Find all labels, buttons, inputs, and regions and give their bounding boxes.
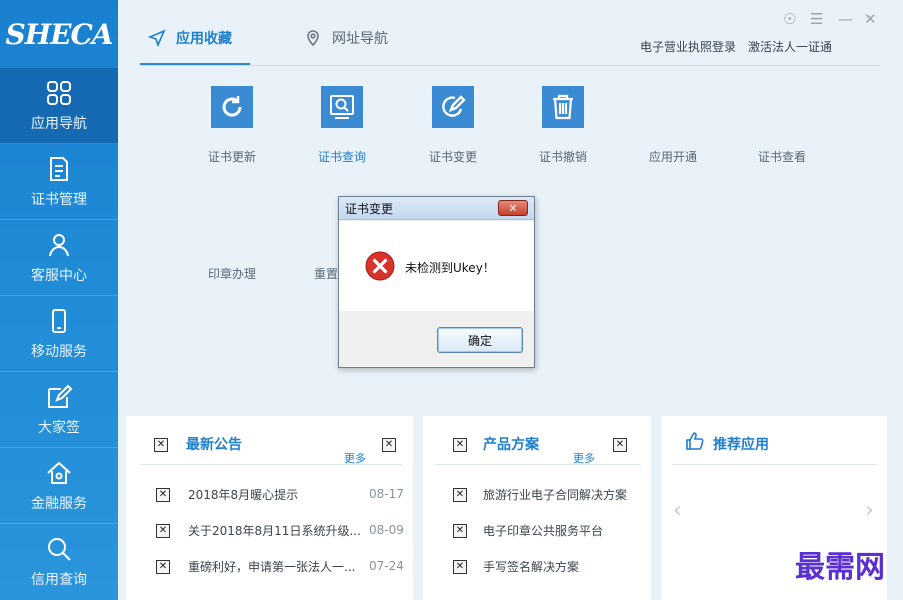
- dialog-body: 未检测到Ukey！: [339, 221, 534, 311]
- app-label: 证书查询: [317, 150, 366, 164]
- business-license-login-link[interactable]: 电子营业执照登录: [640, 38, 736, 55]
- notice-item-link[interactable]: 重磅利好，申请第一张法人一...: [188, 558, 355, 575]
- reset-label[interactable]: 重置: [290, 265, 338, 282]
- notice-item-link[interactable]: 2018年8月暖心提示: [188, 486, 298, 503]
- broken-image-icon: ✕: [453, 438, 467, 452]
- watermark-text: 最需网: [795, 550, 885, 585]
- trash-icon: [553, 94, 573, 120]
- error-icon: [365, 251, 395, 281]
- product-item-link[interactable]: 旅游行业电子合同解决方案: [483, 486, 627, 503]
- pen-icon: [48, 384, 73, 408]
- product-item-link[interactable]: 电子印章公共服务平台: [483, 522, 603, 539]
- cert-update-button[interactable]: [211, 86, 253, 128]
- notice-date: 07-24: [369, 559, 404, 573]
- broken-image-icon: ✕: [613, 438, 627, 452]
- skin-icon[interactable]: ☉: [783, 10, 796, 28]
- sidebar-item-support[interactable]: 客服中心: [0, 220, 118, 296]
- seal-handling-label[interactable]: 印章办理: [192, 265, 272, 282]
- sidebar-item-credit[interactable]: 信用查询: [0, 524, 118, 600]
- tab-url-nav[interactable]: 网址导航: [304, 28, 388, 48]
- broken-image-icon: ✕: [382, 438, 396, 452]
- thumbs-up-icon: [686, 432, 704, 450]
- cert-query-button[interactable]: [321, 86, 363, 128]
- broken-image-icon: ✕: [156, 560, 170, 574]
- app-label: 证书撤销: [538, 150, 587, 164]
- close-window-icon[interactable]: ✕: [864, 10, 877, 28]
- send-icon: [148, 29, 166, 47]
- divider: [435, 464, 641, 465]
- products-panel: ✕ 产品方案 更多 ✕ ✕ 旅游行业电子合同解决方案 ✕ 电子印章公共服务平台 …: [423, 416, 651, 600]
- products-title: 产品方案: [483, 437, 539, 453]
- cert-revoke-button[interactable]: [542, 86, 584, 128]
- app-open-label[interactable]: 应用开通: [633, 148, 713, 165]
- broken-image-icon: ✕: [453, 524, 467, 538]
- notice-item-link[interactable]: 关于2018年8月11日系统升级...: [188, 522, 361, 539]
- phone-icon: [52, 308, 66, 333]
- sidebar-item-dajiaqian[interactable]: 大家签: [0, 372, 118, 448]
- notice-date: 08-09: [369, 523, 404, 537]
- sidebar-item-label: 金融服务: [31, 495, 87, 512]
- menu-icon[interactable]: ☰: [810, 10, 823, 28]
- divider: [673, 464, 877, 465]
- tab-label: 应用收藏: [176, 31, 232, 47]
- edit-icon: [442, 95, 466, 117]
- error-dialog: 证书变更 ✕ 未检测到Ukey！ 确定: [338, 196, 535, 368]
- broken-image-icon: ✕: [156, 524, 170, 538]
- tab-divider: [140, 65, 880, 66]
- dialog-close-button[interactable]: ✕: [498, 200, 528, 216]
- broken-image-icon: ✕: [453, 560, 467, 574]
- user-icon: [49, 233, 69, 256]
- divider: [140, 464, 402, 465]
- tab-bar: 应用收藏 网址导航 电子营业执照登录 激活法人一证通 ☉ ☰ — ✕: [118, 0, 903, 68]
- broken-image-icon: ✕: [154, 438, 168, 452]
- product-item-link[interactable]: 手写签名解决方案: [483, 558, 579, 575]
- sidebar-item-label: 大家签: [38, 419, 80, 436]
- cert-view-label[interactable]: 证书查看: [742, 148, 822, 165]
- refresh-icon: [222, 96, 242, 117]
- sidebar-item-label: 移动服务: [31, 343, 87, 360]
- document-icon: [50, 156, 68, 181]
- carousel-next-button[interactable]: ›: [865, 498, 874, 523]
- sidebar-item-label: 客服中心: [31, 267, 87, 284]
- minimize-icon[interactable]: —: [838, 10, 853, 28]
- location-pin-icon: [307, 30, 319, 47]
- house-icon: [47, 461, 71, 484]
- magnifier-icon: [330, 95, 354, 119]
- broken-image-icon: ✕: [156, 488, 170, 502]
- recommend-title: 推荐应用: [713, 437, 769, 453]
- notice-date: 08-17: [369, 487, 404, 501]
- grid-icon: [47, 80, 71, 105]
- tab-app-favorites[interactable]: 应用收藏: [148, 28, 232, 48]
- sheca-logo: SHECA: [5, 17, 113, 51]
- notices-title: 最新公告: [186, 437, 242, 453]
- dialog-ok-button[interactable]: 确定: [437, 327, 523, 353]
- sidebar-item-label: 信用查询: [31, 572, 87, 588]
- cert-change-button[interactable]: [432, 86, 474, 128]
- app-label: 证书更新: [207, 150, 256, 164]
- sidebar-item-app-nav[interactable]: 应用导航: [0, 68, 118, 144]
- carousel-prev-button[interactable]: ‹: [673, 498, 682, 523]
- app-label: 证书变更: [428, 150, 477, 164]
- sidebar-item-finance[interactable]: 金融服务: [0, 448, 118, 524]
- tab-label: 网址导航: [332, 31, 388, 47]
- sidebar-item-label: 证书管理: [31, 191, 87, 208]
- broken-image-icon: ✕: [453, 488, 467, 502]
- sidebar: SHECA 应用导航 证书管理 客服中心 移动服务 大家签 金融服务 信用查询: [0, 0, 118, 600]
- sidebar-item-cert-manage[interactable]: 证书管理: [0, 144, 118, 220]
- sidebar-item-mobile[interactable]: 移动服务: [0, 296, 118, 372]
- search-icon: [48, 538, 71, 561]
- sidebar-item-label: 应用导航: [31, 115, 87, 132]
- notices-panel: ✕ 最新公告 更多 ✕ ✕ 2018年8月暖心提示 08-17 ✕ 关于2018…: [126, 416, 413, 600]
- activate-legal-cert-link[interactable]: 激活法人一证通: [748, 38, 832, 55]
- dialog-message: 未检测到Ukey！: [405, 261, 495, 275]
